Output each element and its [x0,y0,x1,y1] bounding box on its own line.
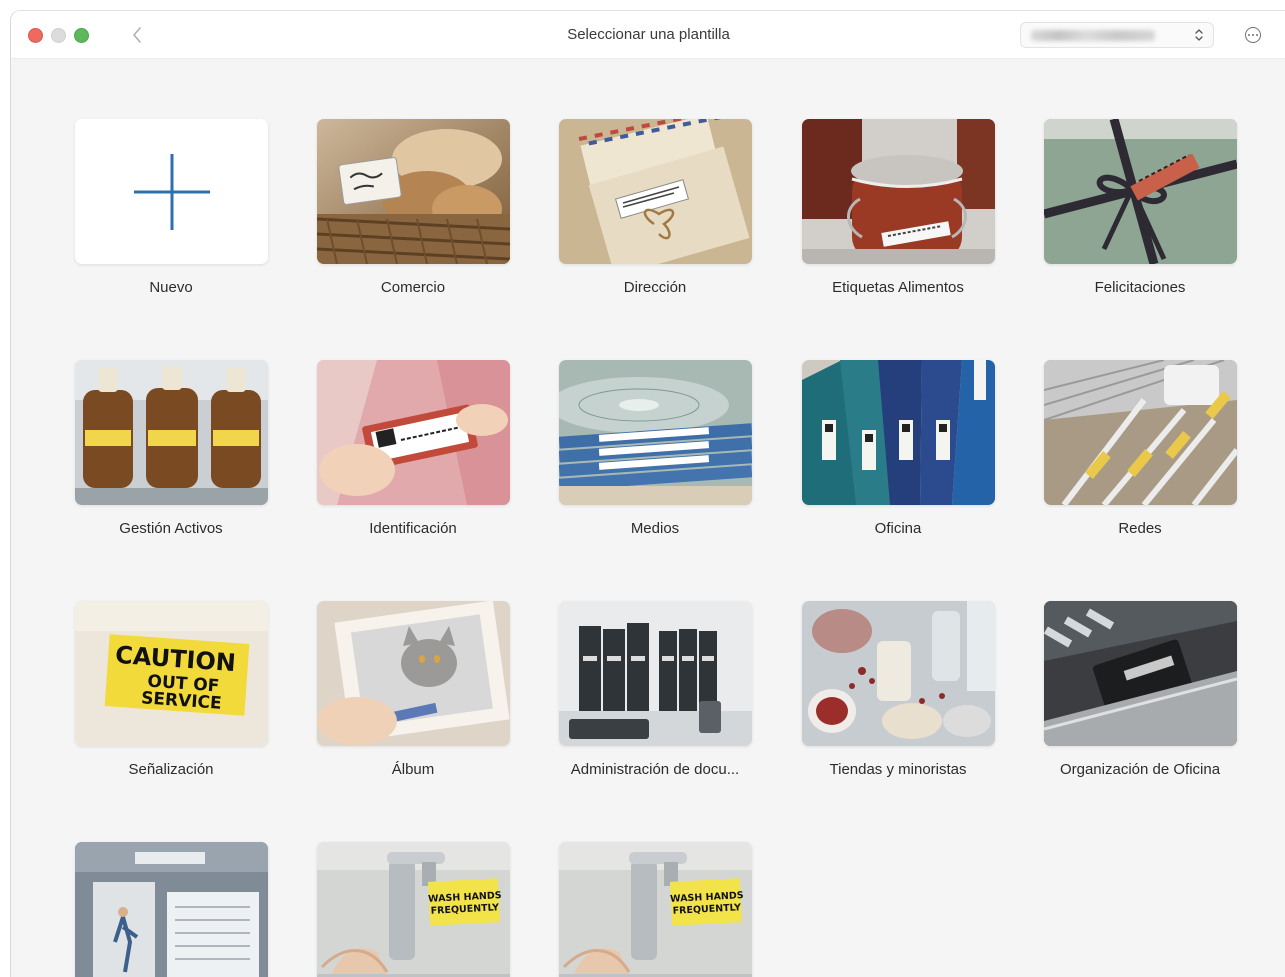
template-label: Señalización [128,761,214,778]
template-picker-window: Seleccionar una plantilla Nuevo Comercio… [10,10,1285,977]
binders-photo [802,360,995,505]
template-identificacion-tile[interactable] [317,360,510,505]
template-new-tile[interactable] [75,119,268,264]
template-tablero-tile[interactable] [75,842,268,977]
template-album-tile[interactable] [317,601,510,746]
caution-sign-photo: CAUTION OUT OF SERVICE [75,601,268,746]
plus-icon [133,153,210,230]
bread-basket-photo [317,119,510,264]
template-administracion-documentos-tile[interactable] [559,601,752,746]
template-label: Administración de docu... [570,761,740,778]
template-gestion-activos-tile[interactable] [75,360,268,505]
template-label: Organización de Oficina [1059,761,1221,778]
bottles-photo [75,360,268,505]
template-organizacion-oficina-tile[interactable] [1044,601,1237,746]
template-higiene-tile[interactable]: WASH HANDS FREQUENTLY [317,842,510,977]
name-badge-photo [317,360,510,505]
template-label: Felicitaciones [1094,279,1186,296]
jam-jar-photo [802,119,995,264]
template-label: Identificación [369,520,457,537]
bulletin-board-photo [75,842,268,977]
template-label: Redes [1118,520,1162,537]
template-label: Tiendas y minoristas [829,761,967,778]
template-label: Gestión Activos [119,520,223,537]
template-label: Comercio [380,279,446,296]
template-label: Medios [630,520,680,537]
template-label: Oficina [874,520,922,537]
gift-box-photo [1044,119,1237,264]
template-label: Álbum [391,761,435,778]
template-label: Nuevo [149,279,193,296]
template-comercio-tile[interactable] [317,119,510,264]
spice-jars-photo [802,601,995,746]
disc-cases-photo [559,360,752,505]
template-senalizacion-tile[interactable]: CAUTION OUT OF SERVICE [75,601,268,746]
template-redes-tile[interactable] [1044,360,1237,505]
template-etiquetas-alimentos-tile[interactable] [802,119,995,264]
template-direccion-tile[interactable] [559,119,752,264]
cat-photo [317,601,510,746]
template-medios-tile[interactable] [559,360,752,505]
template-label: Dirección [623,279,687,296]
envelopes-photo [559,119,752,264]
cables-photo [1044,360,1237,505]
template-tiendas-minoristas-tile[interactable] [802,601,995,746]
template-felicitaciones-tile[interactable] [1044,119,1237,264]
document-binders-photo [559,601,752,746]
template-label: Etiquetas Alimentos [832,279,964,296]
hand-washing-photo: WASH HANDS FREQUENTLY [317,842,510,977]
template-grid: Nuevo Comercio Dirección Etiquetas Alime… [11,11,1285,977]
template-higiene-2-tile[interactable]: WASH HANDS FREQUENTLY [559,842,752,977]
template-oficina-tile[interactable] [802,360,995,505]
hand-washing-photo: WASH HANDS FREQUENTLY [559,842,752,977]
office-drawer-photo [1044,601,1237,746]
